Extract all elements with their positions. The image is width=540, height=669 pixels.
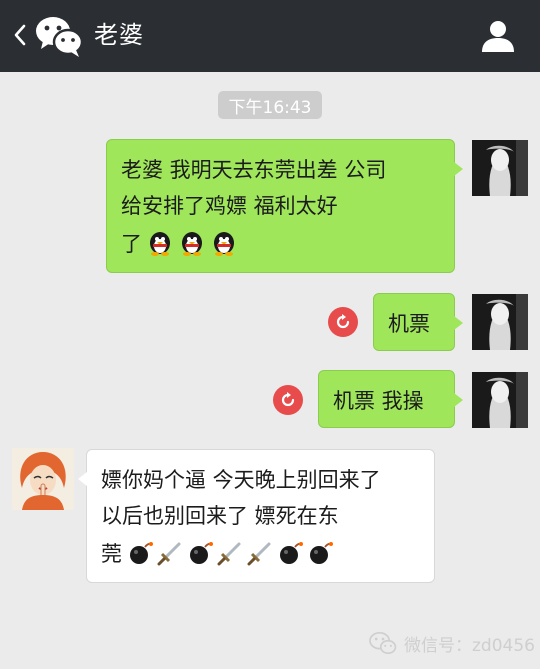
chat-title: 老婆 (94, 21, 144, 49)
emoji-row (127, 540, 333, 566)
avatar-photo (472, 294, 528, 350)
timestamp-pill: 下午16:43 (218, 91, 322, 119)
message-text-line: 莞 (101, 542, 122, 566)
chevron-left-icon (14, 24, 26, 46)
bomb-emoji (280, 542, 303, 564)
message-text-line: 老婆 我明天去东莞出差 公司 (121, 158, 387, 182)
message-text: 机票 (388, 312, 430, 336)
message-text: 机票 我操 (333, 389, 424, 413)
bomb-emoji (310, 542, 333, 564)
self-avatar[interactable] (472, 140, 528, 196)
dagger-emoji (217, 542, 241, 566)
message-text-line: 了 (121, 232, 142, 256)
message-text-line: 给安排了鸡嫖 福利太好 (121, 194, 338, 218)
message-text-line: 以后也别回来了 嫖死在东 (101, 504, 339, 528)
self-avatar[interactable] (472, 372, 528, 428)
watermark: 微信号：zd0456 (368, 630, 535, 656)
penguin-emoji (182, 232, 202, 256)
resend-button[interactable] (273, 385, 303, 415)
avatar-photo (472, 140, 528, 196)
wechat-logo-icon (36, 17, 84, 57)
self-avatar[interactable] (472, 294, 528, 350)
refresh-icon (281, 392, 295, 407)
message-bubble-incoming[interactable]: 嫖你妈个逼 今天晚上别回来了 以后也别回来了 嫖死在东 莞 (78, 449, 435, 583)
back-button[interactable] (10, 20, 30, 50)
contact-avatar[interactable] (12, 448, 74, 510)
message-text-line: 嫖你妈个逼 今天晚上别回来了 (101, 468, 381, 492)
wechat-logo-icon (369, 631, 397, 655)
penguin-emoji (214, 232, 234, 256)
message-bubble-outgoing[interactable]: 机票 (373, 293, 463, 351)
chat-profile-button[interactable] (478, 16, 518, 56)
resend-button[interactable] (328, 307, 358, 337)
dagger-emoji (157, 542, 181, 566)
message-bubble-outgoing[interactable]: 老婆 我明天去东莞出差 公司 给安排了鸡嫖 福利太好 了 (106, 139, 463, 273)
emoji-row (147, 230, 237, 256)
penguin-emoji (150, 232, 170, 256)
watermark-text: 微信号：zd0456 (404, 635, 535, 656)
chat-header: 老婆 (0, 0, 540, 72)
avatar-illustration (12, 448, 74, 510)
person-icon (482, 21, 514, 52)
dagger-emoji (247, 542, 271, 566)
bomb-emoji (190, 542, 213, 564)
bomb-emoji (130, 542, 153, 564)
message-bubble-outgoing[interactable]: 机票 我操 (318, 370, 463, 428)
refresh-icon (336, 314, 350, 329)
avatar-photo (472, 372, 528, 428)
